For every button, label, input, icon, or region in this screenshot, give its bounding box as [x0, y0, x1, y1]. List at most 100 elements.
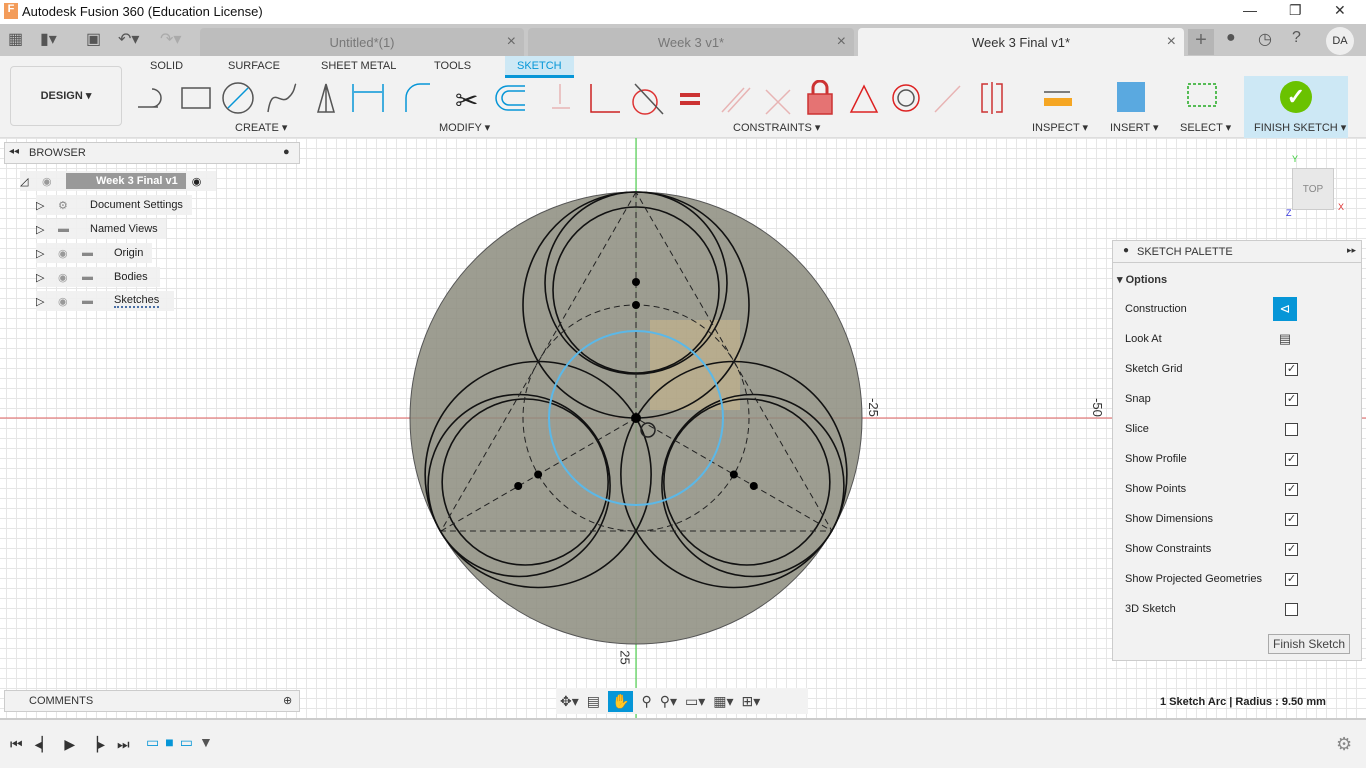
pan-icon[interactable]: ✋	[608, 690, 634, 712]
expand-icon[interactable]: ▷	[36, 295, 58, 308]
expand-icon[interactable]: ▷	[36, 271, 58, 284]
tab-tools[interactable]: TOOLS	[434, 60, 471, 72]
tab-surface[interactable]: SURFACE	[228, 60, 280, 72]
palette-option-label: Show Dimensions	[1125, 513, 1214, 525]
tangent-constraint-icon	[632, 89, 658, 115]
apps-grid-icon[interactable]: ▦	[8, 29, 23, 49]
checkbox-show-points[interactable]: ✓	[1285, 483, 1298, 496]
expand-icon[interactable]: ▷	[36, 199, 58, 212]
axis-label-right: -25	[865, 398, 881, 417]
new-tab-button[interactable]: +	[1188, 29, 1214, 55]
select-tool-icon	[1187, 83, 1217, 107]
palette-option-label: 3D Sketch	[1125, 603, 1176, 615]
grid-settings-icon[interactable]: ▦▾	[713, 693, 733, 710]
tab-sheet-metal[interactable]: SHEET METAL	[321, 60, 396, 72]
browser-item-origin[interactable]: ▷ ◉ ▬ Origin	[36, 243, 152, 263]
tab-sketch[interactable]: SKETCH	[505, 56, 574, 78]
create-menu[interactable]: CREATE ▾	[235, 121, 287, 134]
fit-icon[interactable]: ⚲▾	[660, 693, 677, 710]
expand-palette-icon[interactable]: ▸▸	[1347, 245, 1356, 256]
constraints-menu[interactable]: CONSTRAINTS ▾	[733, 121, 820, 134]
checkbox-show-profile[interactable]: ✓	[1285, 453, 1298, 466]
coincident-constraint-icon	[590, 84, 620, 113]
extensions-icon[interactable]: ●	[1226, 29, 1236, 47]
viewcube[interactable]: TOP	[1292, 168, 1334, 210]
user-avatar[interactable]: DA	[1326, 27, 1354, 55]
undo-icon[interactable]: ↶▾	[118, 29, 139, 49]
palette-option-label: Construction	[1125, 303, 1187, 315]
minimize-button[interactable]: —	[1243, 2, 1257, 18]
close-button[interactable]: ✕	[1334, 2, 1346, 19]
collapse-browser-icon[interactable]: ◂◂	[9, 146, 19, 157]
tab-week3[interactable]: Week 3 v1* ×	[528, 28, 854, 56]
eye-icon[interactable]: ◉	[58, 271, 82, 284]
insert-menu[interactable]: INSERT ▾	[1110, 121, 1159, 134]
viewports-icon[interactable]: ⊞▾	[742, 693, 761, 710]
checkbox-sketch-grid[interactable]: ✓	[1285, 363, 1298, 376]
sketch-feature-icon[interactable]: ▭	[146, 734, 159, 751]
restore-button[interactable]: ❐	[1289, 2, 1302, 19]
browser-item-named-views[interactable]: ▷ ▬ Named Views	[36, 219, 166, 239]
browser-item-sketches[interactable]: ▷ ◉ ▬ Sketches	[36, 291, 174, 311]
concentric-constraint-icon	[892, 84, 920, 112]
construction-toggle[interactable]: ⊲	[1273, 297, 1297, 321]
save-icon[interactable]: ▣	[86, 29, 101, 49]
select-menu[interactable]: SELECT ▾	[1180, 121, 1231, 134]
last-step-icon[interactable]: ⏭	[117, 736, 130, 753]
help-icon[interactable]: ?	[1292, 29, 1301, 47]
file-menu-icon[interactable]: ▮▾	[40, 29, 57, 49]
palette-options-icon[interactable]: ●	[1123, 245, 1129, 256]
timeline-marker-icon[interactable]: ▼	[199, 734, 213, 751]
inspect-menu[interactable]: INSPECT ▾	[1032, 121, 1088, 134]
display-settings-icon[interactable]: ▭▾	[685, 693, 705, 710]
look-at-icon[interactable]: ▤	[587, 693, 600, 710]
play-icon[interactable]: ▶	[64, 736, 75, 753]
expand-icon[interactable]: ▷	[36, 247, 58, 260]
modify-menu[interactable]: MODIFY ▾	[439, 121, 490, 134]
tab-week3-final[interactable]: Week 3 Final v1* ×	[858, 28, 1184, 56]
browser-options-icon[interactable]: ●	[283, 146, 290, 158]
next-step-icon[interactable]: ▕▸	[87, 736, 105, 753]
eye-icon[interactable]: ◉	[58, 295, 82, 308]
finish-sketch-palette-button[interactable]: Finish Sketch	[1268, 634, 1350, 654]
close-tab-icon[interactable]: ×	[507, 33, 516, 51]
first-step-icon[interactable]: ⏮	[10, 736, 23, 753]
browser-item-document-settings[interactable]: ▷ ⚙ Document Settings	[36, 195, 192, 215]
comments-title: COMMENTS	[29, 695, 94, 707]
offset-tool-icon	[495, 85, 525, 111]
checkbox-show-projected-geometries[interactable]: ✓	[1285, 573, 1298, 586]
palette-option-label: Show Profile	[1125, 453, 1187, 465]
look-at-button[interactable]: ▤	[1273, 327, 1297, 351]
checkbox-show-constraints[interactable]: ✓	[1285, 543, 1298, 556]
orbit-icon[interactable]: ✥▾	[560, 693, 579, 710]
options-section[interactable]: ▾ Options	[1117, 273, 1167, 286]
eye-icon[interactable]: ◉	[42, 175, 66, 188]
equal-constraint-icon	[680, 93, 700, 105]
eye-icon[interactable]: ◉	[58, 247, 82, 260]
checkbox-show-dimensions[interactable]: ✓	[1285, 513, 1298, 526]
extrude-feature-icon[interactable]: ■	[165, 734, 173, 751]
job-status-icon[interactable]: ◷	[1258, 29, 1272, 49]
collapse-triangle-icon[interactable]: ◿	[20, 175, 42, 188]
add-comment-icon[interactable]: ⊕	[283, 694, 292, 707]
close-tab-icon[interactable]: ×	[837, 33, 846, 51]
checkbox-slice[interactable]	[1285, 423, 1298, 436]
zoom-icon[interactable]: ⚲	[641, 693, 651, 710]
tab-solid[interactable]: SOLID	[150, 60, 183, 72]
sketch-feature-icon[interactable]: ▭	[180, 734, 193, 751]
close-tab-icon[interactable]: ×	[1167, 33, 1176, 51]
folder-icon: ▬	[58, 223, 69, 235]
expand-icon[interactable]: ▷	[36, 223, 58, 236]
tab-untitled[interactable]: Untitled*(1) ×	[200, 28, 524, 56]
fix-constraint-icon	[807, 93, 833, 115]
previous-step-icon[interactable]: ◂▏	[35, 736, 53, 753]
workspace-switcher[interactable]: DESIGN ▾	[10, 66, 122, 126]
checkbox-3d-sketch[interactable]	[1285, 603, 1298, 616]
activate-radio-icon[interactable]: ◉	[192, 175, 202, 188]
finish-sketch-menu[interactable]: FINISH SKETCH ▾	[1254, 121, 1346, 134]
browser-root[interactable]: ◿ ◉ Week 3 Final v1 ◉	[20, 171, 216, 191]
browser-item-bodies[interactable]: ▷ ◉ ▬ Bodies	[36, 267, 160, 287]
timeline-settings-icon[interactable]: ⚙	[1336, 734, 1352, 755]
redo-icon[interactable]: ↷▾	[160, 29, 181, 49]
checkbox-snap[interactable]: ✓	[1285, 393, 1298, 406]
